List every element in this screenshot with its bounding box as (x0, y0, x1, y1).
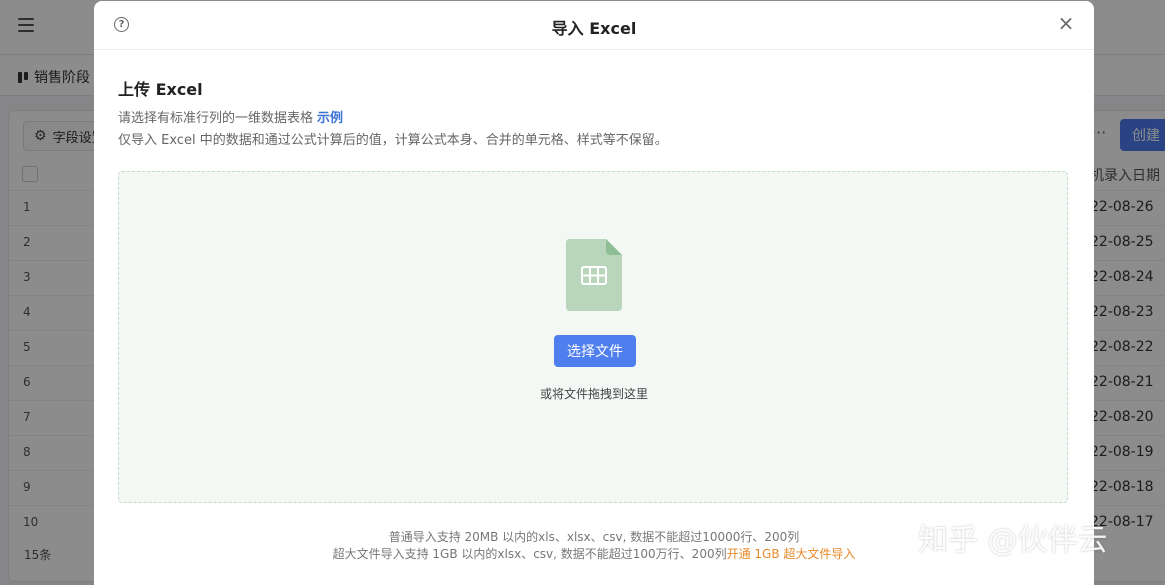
drag-hint: 或将文件拖拽到这里 (539, 387, 648, 401)
large-file-note-text: 超大文件导入支持 1GB 以内的xlsx、csv, 数据不能超过100万行、20… (332, 547, 727, 561)
import-excel-dialog: ? 导入 Excel × 上传 Excel 请选择有标准行列的一维数据表格 示例 … (94, 1, 1094, 585)
description-text: 请选择有标准行列的一维数据表格 (118, 111, 314, 126)
dialog-title: 导入 Excel (551, 19, 637, 38)
spreadsheet-file-icon (566, 239, 622, 311)
choose-file-button[interactable]: 选择文件 (554, 335, 636, 367)
description-line-2: 仅导入 Excel 中的数据和通过公式计算后的值，计算公式本身、合并的单元格、样… (118, 133, 668, 148)
watermark: 知乎 @伙伴云 (918, 523, 1108, 558)
description-line-1: 请选择有标准行列的一维数据表格 示例 (118, 107, 343, 126)
section-title: 上传 Excel (118, 80, 203, 99)
example-link[interactable]: 示例 (317, 111, 343, 126)
upgrade-large-file-link[interactable]: 开通 1GB 超大文件导入 (727, 547, 856, 561)
close-icon[interactable]: × (1056, 13, 1076, 33)
file-dropzone[interactable]: 选择文件 或将文件拖拽到这里 (118, 171, 1068, 503)
dialog-header: ? 导入 Excel × (94, 1, 1094, 50)
